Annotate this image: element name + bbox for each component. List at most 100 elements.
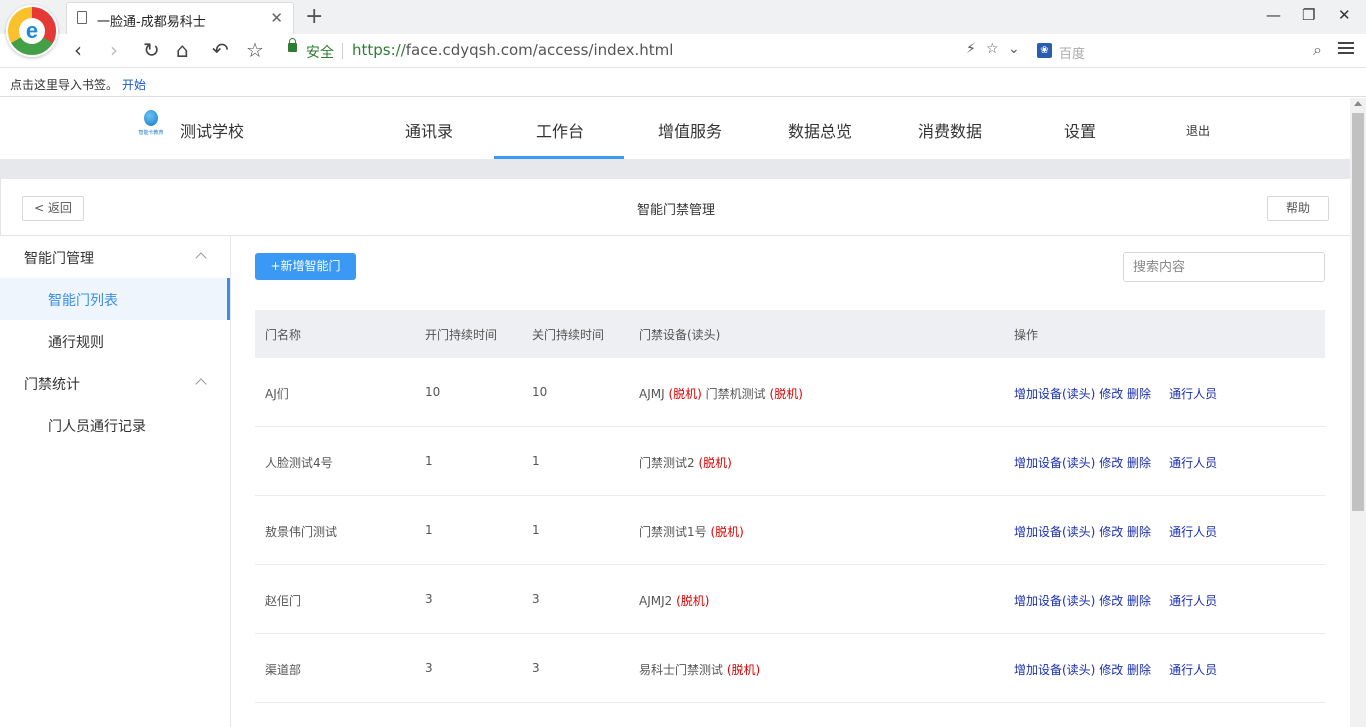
sidebar-item-door-list[interactable]: 智能门列表 (0, 278, 230, 320)
scrollbar-thumb[interactable] (1352, 113, 1364, 511)
close-tab-icon[interactable]: ✕ (270, 9, 283, 27)
pass-people-link[interactable]: 通行人员 (1169, 456, 1217, 470)
cell-close-duration: 3 (532, 592, 540, 606)
search-icon[interactable]: ⌕ (1313, 40, 1322, 60)
browser-menu-icon[interactable] (1338, 40, 1354, 56)
undo-icon[interactable]: ↶ (212, 38, 229, 62)
favorite-star-icon[interactable]: ☆ (986, 41, 999, 57)
logout-link[interactable]: 退出 (1186, 122, 1210, 139)
delete-link[interactable]: 删除 (1127, 456, 1151, 470)
scroll-up-arrow-icon[interactable] (1354, 101, 1362, 106)
edit-link[interactable]: 修改 (1099, 594, 1123, 608)
header-door-name: 门名称 (265, 328, 302, 342)
nav-value-added[interactable]: 增值服务 (658, 118, 722, 142)
table-row: 赵佢门 3 3 AJMJ2 (脱机) 增加设备(读头) 修改 删除 通行人员 (255, 565, 1325, 634)
sidebar-group-access-stats[interactable]: 门禁统计 (0, 362, 230, 404)
door-table: 门名称 开门持续时间 关门持续时间 门禁设备(读头) 操作 AJ们 10 10 AJM… (255, 310, 1325, 703)
cell-close-duration: 3 (532, 661, 540, 675)
sidebar-item-label: 智能门列表 (48, 293, 118, 309)
import-bookmarks-hint[interactable]: 点击这里导入书签。 (10, 76, 118, 93)
offline-status: (脱机) (710, 525, 744, 539)
back-icon[interactable]: ‹ (74, 38, 82, 62)
help-button[interactable]: 帮助 (1267, 196, 1329, 221)
header-devices: 门禁设备(读头) (639, 328, 721, 342)
restore-icon[interactable]: ❐ (1302, 6, 1315, 24)
search-box[interactable] (1123, 252, 1325, 282)
cell-close-duration: 10 (532, 385, 548, 399)
secure-label: 安全 (306, 45, 334, 61)
back-button[interactable]: < 返回 (22, 196, 84, 221)
table-row: AJ们 10 10 AJMJ (脱机) 门禁机测试 (脱机) 增加设备(读头) 修改 删… (255, 358, 1325, 427)
device-name: AJMJ2 (639, 594, 673, 608)
lightning-icon[interactable]: ⚡ (966, 41, 976, 57)
nav-settings[interactable]: 设置 (1064, 118, 1096, 142)
reload-icon[interactable]: ↻ (143, 38, 160, 62)
browser-logo-icon[interactable]: e (6, 5, 58, 57)
search-engine-box[interactable]: ❀ 百度 ⌕ (1035, 39, 1330, 63)
cell-devices: AJMJ (脱机) 门禁机测试 (脱机) (639, 385, 803, 402)
school-logo[interactable]: 智能卡教育 (136, 110, 166, 146)
add-device-link[interactable]: 增加设备(读头) (1014, 387, 1095, 401)
new-tab-icon[interactable]: + (305, 4, 323, 29)
add-door-button[interactable]: +新增智能门 (255, 253, 356, 280)
delete-link[interactable]: 删除 (1127, 663, 1151, 677)
add-device-link[interactable]: 增加设备(读头) (1014, 663, 1095, 677)
pass-people-link[interactable]: 通行人员 (1169, 594, 1217, 608)
web-page: 智能卡教育 测试学校 通讯录 工作台 增值服务 数据总览 消费数据 设置 退出 … (0, 98, 1350, 727)
sidebar-group-door-management[interactable]: 智能门管理 (0, 236, 230, 278)
sidebar: 智能门管理 智能门列表 通行规则 门禁统计 门人员通行记录 (0, 236, 231, 727)
close-window-icon[interactable]: ✕ (1338, 6, 1351, 24)
edit-link[interactable]: 修改 (1099, 456, 1123, 470)
url-text[interactable]: https://face.cdyqsh.com/access/index.htm… (352, 41, 673, 59)
edit-link[interactable]: 修改 (1099, 663, 1123, 677)
offline-status: (脱机) (698, 456, 732, 470)
edit-link[interactable]: 修改 (1099, 525, 1123, 539)
cell-actions: 增加设备(读头) 修改 删除 通行人员 (1014, 661, 1217, 678)
cell-door-name: 人脸测试4号 (265, 456, 333, 470)
nav-data-overview[interactable]: 数据总览 (788, 118, 852, 142)
pass-people-link[interactable]: 通行人员 (1169, 663, 1217, 677)
minimize-icon[interactable]: — (1266, 6, 1281, 24)
nav-workbench[interactable]: 工作台 (536, 118, 584, 142)
add-device-link[interactable]: 增加设备(读头) (1014, 594, 1095, 608)
header-close-duration: 关门持续时间 (532, 328, 605, 342)
cell-door-name: 渠道部 (265, 663, 302, 677)
sidebar-item-pass-records[interactable]: 门人员通行记录 (0, 404, 230, 446)
cell-actions: 增加设备(读头) 修改 删除 通行人员 (1014, 454, 1217, 471)
forward-icon[interactable]: › (110, 38, 118, 62)
delete-link[interactable]: 删除 (1127, 594, 1151, 608)
cell-open-duration: 10 (425, 385, 441, 399)
lock-icon (288, 38, 297, 52)
cell-door-name: 赵佢门 (265, 594, 302, 608)
start-link[interactable]: 开始 (122, 76, 146, 93)
browser-tab[interactable]: 一脸通-成都易科士 ✕ (66, 2, 294, 34)
add-device-link[interactable]: 增加设备(读头) (1014, 456, 1095, 470)
url-protocol: https:// (352, 41, 406, 59)
search-input[interactable] (1133, 253, 1323, 281)
url-path: face.cdyqsh.com/access/index.html (405, 41, 674, 59)
cell-open-duration: 1 (425, 523, 433, 537)
nav-contacts[interactable]: 通讯录 (405, 118, 453, 142)
delete-link[interactable]: 删除 (1127, 387, 1151, 401)
pass-people-link[interactable]: 通行人员 (1169, 525, 1217, 539)
dropdown-chevron-icon[interactable]: ⌄ (1008, 41, 1020, 57)
offline-status: (脱机) (668, 387, 702, 401)
cell-open-duration: 3 (425, 661, 433, 675)
pass-people-link[interactable]: 通行人员 (1169, 387, 1217, 401)
page-scrollbar[interactable] (1350, 98, 1366, 727)
bookmarks-bar: 点击这里导入书签。 开始 (0, 69, 1366, 97)
sidebar-item-label: 通行规则 (48, 335, 104, 351)
chevron-up-icon (195, 378, 207, 390)
add-device-link[interactable]: 增加设备(读头) (1014, 525, 1095, 539)
address-bar[interactable]: 安全 https://face.cdyqsh.com/access/index.… (280, 38, 1028, 63)
delete-link[interactable]: 删除 (1127, 525, 1151, 539)
offline-status: (脱机) (676, 594, 710, 608)
cell-actions: 增加设备(读头) 修改 删除 通行人员 (1014, 385, 1217, 402)
sidebar-item-access-rules[interactable]: 通行规则 (0, 320, 230, 362)
nav-consumption[interactable]: 消费数据 (918, 118, 982, 142)
page-subheader: 智能门禁管理 < 返回 帮助 (0, 179, 1350, 236)
edit-link[interactable]: 修改 (1099, 387, 1123, 401)
cell-devices: 门禁测试1号 (脱机) (639, 523, 744, 540)
home-icon[interactable]: ⌂ (176, 38, 189, 62)
bookmark-star-icon[interactable]: ☆ (246, 38, 264, 62)
